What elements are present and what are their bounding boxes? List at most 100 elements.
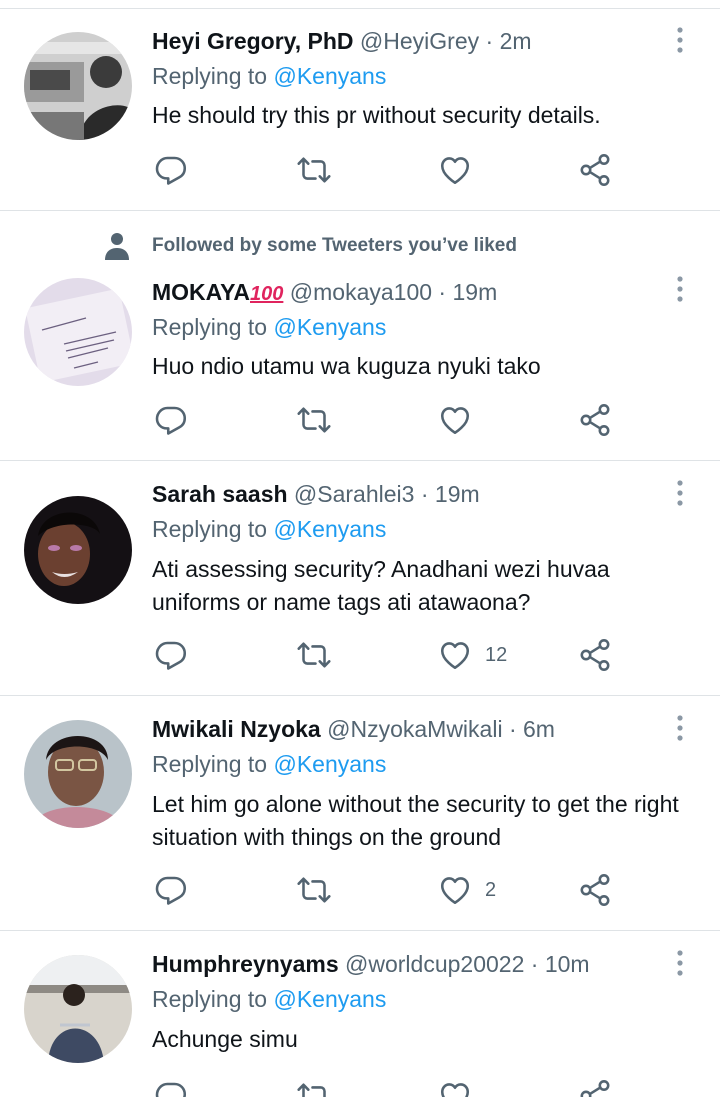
share-button[interactable] (577, 870, 613, 910)
timestamp[interactable]: 6m (523, 716, 555, 742)
timestamp[interactable]: 19m (435, 481, 480, 507)
retweet-button[interactable] (296, 1076, 332, 1097)
tweet-actions (152, 400, 632, 440)
tweet-header: MOKAYA100 @mokaya100 · 19m (152, 276, 497, 308)
replying-to: Replying to @Kenyans (152, 314, 386, 341)
replying-to-label: Replying to (152, 516, 268, 542)
tweet-text: Achunge simu (152, 1026, 298, 1052)
like-icon (437, 152, 473, 188)
replying-to: Replying to @Kenyans (152, 986, 386, 1013)
retweet-icon (296, 637, 332, 673)
reply-button[interactable] (154, 1076, 190, 1097)
share-icon (577, 1078, 613, 1097)
tweet-header: Sarah saash @Sarahlei3 · 19m (152, 478, 480, 510)
replying-to-label: Replying to (152, 751, 268, 777)
like-button[interactable]: 12 (437, 635, 507, 675)
display-name[interactable]: MOKAYA (152, 279, 250, 305)
retweet-button[interactable] (296, 150, 332, 190)
retweet-button[interactable] (296, 400, 332, 440)
mention-link[interactable]: @Kenyans (273, 751, 386, 777)
tweet-text: Ati assessing security? Anadhani wezi hu… (152, 556, 610, 615)
reply-icon (154, 637, 190, 673)
retweet-icon (296, 152, 332, 188)
tweet-header: Humphreynyams @worldcup20022 · 10m (152, 948, 590, 980)
mention-link[interactable]: @Kenyans (273, 986, 386, 1012)
mention-link[interactable]: @Kenyans (273, 314, 386, 340)
more-icon[interactable] (668, 478, 692, 508)
like-button[interactable] (437, 1076, 485, 1097)
mention-link[interactable]: @Kenyans (273, 63, 386, 89)
tweet[interactable]: Mwikali Nzyoka @NzyokaMwikali · 6m Reply… (0, 696, 720, 931)
retweet-button[interactable] (296, 870, 332, 910)
reply-button[interactable] (154, 870, 190, 910)
reply-icon (154, 152, 190, 188)
like-icon (437, 1078, 473, 1097)
like-button[interactable] (437, 150, 485, 190)
tweet-actions: 12 (152, 635, 632, 675)
replying-to-label: Replying to (152, 63, 268, 89)
mention-link[interactable]: @Kenyans (273, 516, 386, 542)
reply-icon (154, 1078, 190, 1097)
user-handle[interactable]: @mokaya100 (290, 279, 432, 305)
separator-dot: · (420, 481, 429, 507)
reply-icon (154, 872, 190, 908)
retweet-icon (296, 1078, 332, 1097)
tweet-text: Let him go alone without the security to… (152, 791, 679, 850)
display-name[interactable]: Humphreynyams (152, 951, 339, 977)
share-button[interactable] (577, 150, 613, 190)
timestamp[interactable]: 10m (545, 951, 590, 977)
timestamp[interactable]: 2m (500, 28, 532, 54)
display-name[interactable]: Mwikali Nzyoka (152, 716, 321, 742)
separator-dot: · (485, 28, 494, 54)
tweet[interactable]: Sarah saash @Sarahlei3 · 19m Replying to… (0, 461, 720, 696)
reply-button[interactable] (154, 150, 190, 190)
user-handle[interactable]: @Sarahlei3 (294, 481, 415, 507)
display-name[interactable]: Heyi Gregory, PhD (152, 28, 354, 54)
timestamp[interactable]: 19m (452, 279, 497, 305)
avatar[interactable] (24, 955, 132, 1063)
replying-to: Replying to @Kenyans (152, 516, 386, 543)
tweet[interactable]: Heyi Gregory, PhD @HeyiGrey · 2m Replyin… (0, 0, 720, 211)
share-button[interactable] (577, 400, 613, 440)
replying-to: Replying to @Kenyans (152, 63, 386, 90)
more-icon[interactable] (668, 713, 692, 743)
separator-dot: · (508, 716, 517, 742)
display-name[interactable]: Sarah saash (152, 481, 288, 507)
user-handle[interactable]: @HeyiGrey (360, 28, 479, 54)
hundred-emoji: 100 (250, 283, 284, 305)
tweet-actions (152, 150, 632, 190)
more-icon[interactable] (668, 274, 692, 304)
like-count: 2 (485, 878, 497, 901)
replying-to-label: Replying to (152, 314, 268, 340)
tweet-header: Heyi Gregory, PhD @HeyiGrey · 2m (152, 25, 532, 57)
tweet-text: He should try this pr without security d… (152, 102, 601, 128)
user-handle[interactable]: @NzyokaMwikali (327, 716, 502, 742)
separator-dot: · (530, 951, 539, 977)
tweet-actions: 2 (152, 870, 632, 910)
avatar[interactable] (24, 278, 132, 386)
separator-dot: · (438, 279, 447, 305)
more-icon[interactable] (668, 948, 692, 978)
tweet-header: Mwikali Nzyoka @NzyokaMwikali · 6m (152, 713, 555, 745)
retweet-button[interactable] (296, 635, 332, 675)
tweet[interactable]: MOKAYA100 @mokaya100 · 19m Replying to @… (0, 211, 720, 461)
like-icon (437, 637, 473, 673)
reply-icon (154, 402, 190, 438)
replying-to: Replying to @Kenyans (152, 751, 386, 778)
avatar[interactable] (24, 32, 132, 140)
share-icon (577, 152, 613, 188)
avatar[interactable] (24, 496, 132, 604)
like-count: 12 (485, 643, 508, 666)
retweet-icon (296, 872, 332, 908)
like-button[interactable]: 2 (437, 870, 496, 910)
user-handle[interactable]: @worldcup20022 (345, 951, 524, 977)
share-button[interactable] (577, 1076, 613, 1097)
share-button[interactable] (577, 635, 613, 675)
like-button[interactable] (437, 400, 485, 440)
more-icon[interactable] (668, 25, 692, 55)
tweet[interactable]: Humphreynyams @worldcup20022 · 10m Reply… (0, 931, 720, 1097)
reply-button[interactable] (154, 635, 190, 675)
reply-button[interactable] (154, 400, 190, 440)
replying-to-label: Replying to (152, 986, 268, 1012)
avatar[interactable] (24, 720, 132, 828)
